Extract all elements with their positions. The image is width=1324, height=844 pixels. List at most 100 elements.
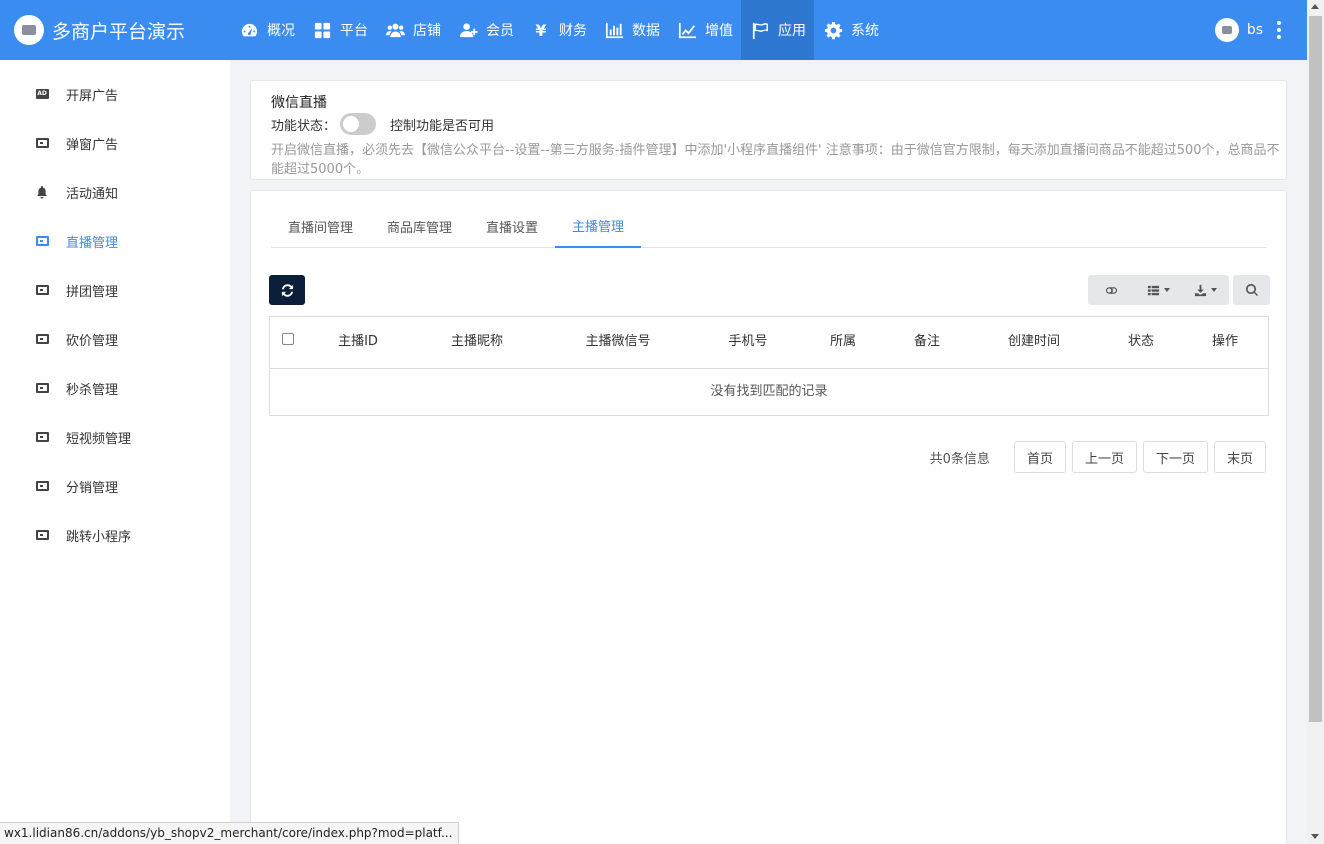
scroll-thumb[interactable] — [1309, 16, 1322, 722]
nav-label: 平台 — [340, 23, 368, 39]
nav-label: 应用 — [778, 23, 806, 39]
table-header: 主播ID 主播昵称 主播微信号 手机号 所属 备注 创建时间 状态 操作 — [270, 317, 1268, 369]
sidebar-item-flash-sale[interactable]: 秒杀管理 — [0, 373, 230, 403]
column-header[interactable]: 所属 — [830, 317, 856, 369]
feature-toggle[interactable] — [340, 113, 377, 135]
tab-bar: 直播间管理 商品库管理 直播设置 主播管理 — [271, 205, 1267, 248]
sidebar-item-label: 跳转小程序 — [66, 529, 132, 545]
column-header[interactable]: 手机号 — [728, 317, 767, 369]
record-count: 共0条信息 — [929, 451, 990, 467]
last-page-button[interactable]: 末页 — [1213, 441, 1266, 473]
refresh-button[interactable] — [269, 275, 305, 305]
sidebar-item-distribution[interactable]: 分销管理 — [0, 471, 230, 501]
search-button[interactable] — [1233, 275, 1270, 305]
nav-item-data[interactable]: 数据 — [595, 0, 668, 60]
yen-icon: ¥ — [535, 20, 547, 40]
sidebar-item-label: 活动通知 — [66, 186, 119, 202]
dashboard-icon — [239, 20, 259, 40]
sidebar-item-group-buy[interactable]: 拼团管理 — [0, 275, 230, 305]
live-settings-card: 微信直播 功能状态： 控制功能是否可用 开启微信直播，必须先去【微信公众平台--… — [250, 80, 1287, 180]
user-plus-icon — [458, 20, 478, 40]
sidebar-item-splash-ad[interactable]: AD 开屏广告 — [0, 79, 230, 109]
scroll-up-arrow-icon[interactable] — [1311, 4, 1319, 9]
ad-icon: AD — [35, 89, 49, 99]
sidebar-item-label: 开屏广告 — [66, 88, 119, 104]
prev-page-button[interactable]: 上一页 — [1071, 441, 1137, 473]
search-icon — [1245, 284, 1258, 296]
nav-item-apps[interactable]: 应用 — [741, 0, 814, 60]
export-dropdown-button[interactable] — [1182, 275, 1229, 305]
bell-icon — [35, 185, 49, 198]
section-title: 微信直播 — [271, 95, 327, 111]
sidebar-item-activity-notice[interactable]: 活动通知 — [0, 177, 230, 207]
list-icon — [1147, 285, 1160, 295]
column-header[interactable]: 操作 — [1212, 317, 1238, 369]
first-page-button[interactable]: 首页 — [1013, 441, 1066, 473]
sidebar-item-bargain[interactable]: 砍价管理 — [0, 324, 230, 354]
main-nav: 概况 平台 店铺 会员 ¥ 财务 数据 增值 应用 系统 — [230, 0, 887, 60]
sidebar-item-mini-program-jump[interactable]: 跳转小程序 — [0, 520, 230, 550]
page-scrollbar[interactable] — [1307, 0, 1324, 844]
sidebar-item-label: 短视频管理 — [66, 431, 132, 447]
status-label: 功能状态： — [271, 118, 337, 134]
sidebar-item-label: 直播管理 — [66, 235, 119, 251]
nav-label: 数据 — [632, 23, 660, 39]
toolbar-group — [1088, 275, 1229, 305]
status-row: 功能状态： 控制功能是否可用 — [271, 113, 494, 135]
column-header[interactable]: 主播ID — [338, 317, 378, 369]
window-icon — [35, 235, 49, 247]
toggle-view-button[interactable] — [1088, 275, 1135, 305]
brand-title: 多商户平台演示 — [52, 20, 186, 43]
anchor-table: 主播ID 主播昵称 主播微信号 手机号 所属 备注 创建时间 状态 操作 没有找… — [269, 316, 1269, 416]
nav-label: 店铺 — [413, 23, 441, 39]
nav-label: 概况 — [267, 23, 295, 39]
brand[interactable]: 多商户平台演示 — [14, 15, 185, 45]
nav-item-value-added[interactable]: 增值 — [668, 0, 741, 60]
nav-item-overview[interactable]: 概况 — [230, 0, 303, 60]
sidebar-item-live-management[interactable]: 直播管理 — [0, 226, 230, 256]
avatar[interactable] — [1214, 18, 1239, 42]
next-page-button[interactable]: 下一页 — [1142, 441, 1208, 473]
user-name[interactable]: bs — [1247, 22, 1263, 38]
sidebar-item-popup-ad[interactable]: 弹窗广告 — [0, 128, 230, 158]
main-content-card: 直播间管理 商品库管理 直播设置 主播管理 主播ID 主播昵称 主播微信号 手机… — [250, 190, 1287, 844]
toggle-icon — [1105, 286, 1118, 294]
brand-logo — [14, 15, 44, 45]
nav-item-stores[interactable]: 店铺 — [376, 0, 449, 60]
window-icon — [35, 431, 49, 443]
sidebar-item-short-video[interactable]: 短视频管理 — [0, 422, 230, 452]
column-header[interactable]: 状态 — [1128, 317, 1154, 369]
user-menu[interactable]: bs — [1214, 18, 1281, 42]
sidebar-item-label: 砍价管理 — [66, 333, 119, 349]
sidebar-item-label: 弹窗广告 — [66, 137, 119, 153]
select-all-checkbox[interactable] — [282, 333, 294, 345]
empty-message: 没有找到匹配的记录 — [710, 384, 828, 399]
link-status-bar: wx1.lidian86.cn/addons/yb_shopv2_merchan… — [0, 822, 460, 844]
line-chart-icon — [677, 20, 697, 40]
nav-item-finance[interactable]: ¥ 财务 — [522, 0, 595, 60]
column-header[interactable]: 备注 — [914, 317, 940, 369]
sidebar-item-label: 秒杀管理 — [66, 382, 119, 398]
nav-item-members[interactable]: 会员 — [449, 0, 522, 60]
columns-dropdown-button[interactable] — [1135, 275, 1182, 305]
more-vertical-icon[interactable] — [1277, 21, 1281, 39]
flag-icon — [750, 20, 770, 40]
nav-item-platform[interactable]: 平台 — [303, 0, 376, 60]
column-header[interactable]: 主播昵称 — [451, 317, 503, 369]
column-header[interactable]: 主播微信号 — [585, 317, 650, 369]
column-header[interactable]: 创建时间 — [1008, 317, 1060, 369]
nav-label: 财务 — [559, 23, 587, 39]
window-icon — [35, 333, 49, 345]
tab-live-settings[interactable]: 直播设置 — [469, 205, 555, 247]
scroll-down-arrow-icon[interactable] — [1311, 834, 1319, 839]
tab-live-rooms[interactable]: 直播间管理 — [271, 205, 370, 247]
tab-product-library[interactable]: 商品库管理 — [370, 205, 469, 247]
window-icon — [35, 480, 49, 492]
window-icon — [35, 137, 49, 149]
top-navbar: 多商户平台演示 概况 平台 店铺 会员 ¥ 财务 数据 增值 应用 系统 bs — [0, 0, 1307, 60]
tab-anchor-management[interactable]: 主播管理 — [555, 205, 642, 248]
status-description: 控制功能是否可用 — [390, 118, 495, 134]
pagination: 共0条信息 首页 上一页 下一页 末页 — [930, 441, 1266, 473]
nav-item-system[interactable]: 系统 — [814, 0, 887, 60]
sidebar-item-label: 分销管理 — [66, 480, 119, 496]
